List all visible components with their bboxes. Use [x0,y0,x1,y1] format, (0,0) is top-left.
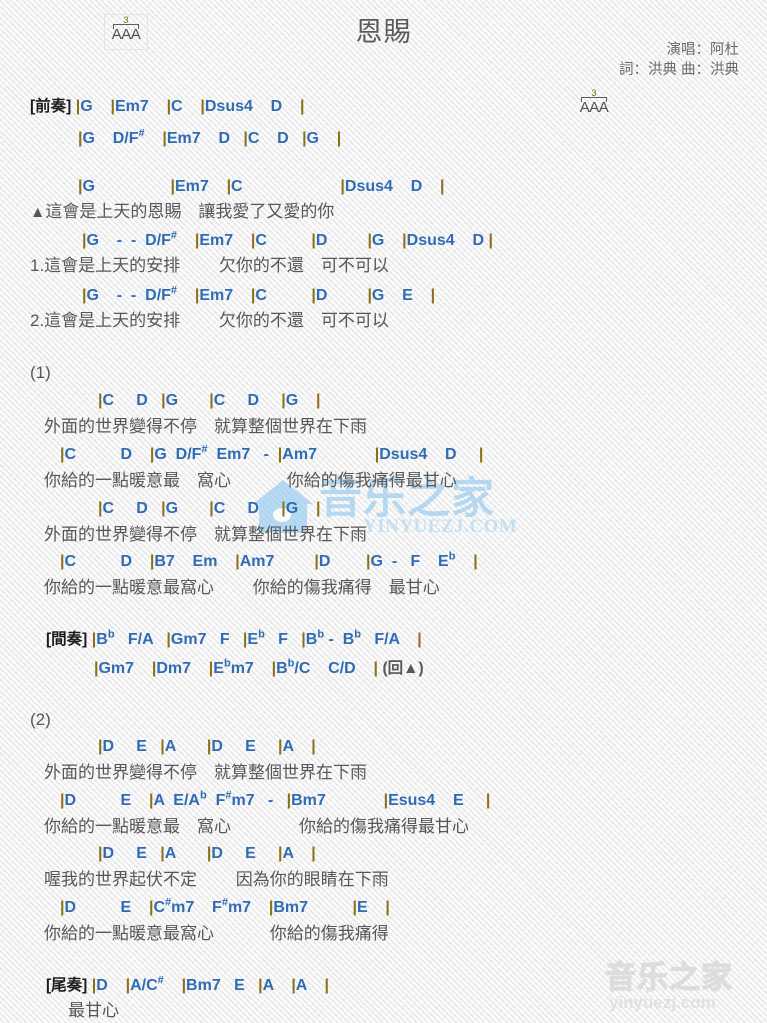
triplet-letters: AAA [111,26,141,43]
chord-sheet: 恩賜 演唱：阿杜 詞：洪典 曲：洪典 3 AAA 3 AAA [前奏] |G |Em7… [0,0,767,1023]
lyric-line-16: 你給的一點暖意最窩心 你給的傷我痛得 最甘心 [44,578,440,597]
chord-line-4: |G - - D/F# |Em7 |C |D |G |Dsus4 D | [82,229,493,249]
chord-line-13: |C D |G |C D |G | [98,500,321,517]
triplet-letters: AAA [579,99,609,116]
chord-line-11: |C D |G D/F# Em7 - |Am7 |Dsus4 D | [60,443,484,463]
lyric-line-12: 你給的一點暖意最 窩心 你給的傷我痛得最甘心 [44,471,457,490]
credits-block: 演唱：阿杜 詞：洪典 曲：洪典 [619,40,739,80]
lyric-line-29: 最甘心 [68,1001,119,1020]
chord-line-0: [前奏] |G |Em7 |C |Dsus4 D | [30,98,305,115]
lyric-line-19: (2) [30,710,51,729]
lyric-line-23: 你給的一點暖意最 窩心 你給的傷我痛得最甘心 [44,817,469,836]
chord-line-18: |Gm7 |Dm7 |Ebm7 |Bb/C C/D | (回▲) [94,657,424,677]
chord-line-15: |C D |B7 Em |Am7 |D |G - F Eb | [60,550,478,570]
chord-line-17: [間奏] |Bb F/A |Gm7 F |Eb F |Bb - Bb F/A | [46,628,422,648]
lyric-line-25: 喔我的世界起伏不定 因為你的眼睛在下雨 [44,870,389,889]
chord-line-28: [尾奏] |D |A/C# |Bm7 E |A |A | [46,974,330,994]
lyric-line-3: ▲這會是上天的恩賜 讓我愛了又愛的你 [30,202,335,221]
credit-writer-composer: 詞：洪典 曲：洪典 [618,62,739,78]
lyric-line-8: (1) [30,363,51,382]
chord-line-1: |G D/F# |Em7 D |C D |G | [78,127,342,147]
chord-line-20: |D E |A |D E |A | [98,738,316,755]
triplet-marker-1: 3 AAA [573,88,615,122]
chord-line-9: |C D |G |C D |G | [98,392,321,409]
lyric-line-21: 外面的世界變得不停 就算整個世界在下雨 [44,763,367,782]
lyric-line-27: 你給的一點暖意最窩心 你給的傷我痛得 [44,924,389,943]
lyric-line-7: 2.這會是上天的安排 欠你的不還 可不可以 [30,311,389,330]
lyric-line-14: 外面的世界變得不停 就算整個世界在下雨 [44,525,367,544]
chord-line-22: |D E |A E/Ab F#m7 - |Bm7 |Esus4 E | [60,789,491,809]
chord-line-24: |D E |A |D E |A | [98,845,316,862]
lyric-line-5: 1.這會是上天的安排 欠你的不還 可不可以 [30,256,389,275]
triplet-marker-0: 3 AAA [104,14,148,50]
lyric-line-10: 外面的世界變得不停 就算整個世界在下雨 [44,417,367,436]
credit-performer: 演唱：阿杜 [666,42,740,58]
chord-line-26: |D E |C#m7 F#m7 |Bm7 |E | [60,896,390,916]
chord-line-2: |G |Em7 |C |Dsus4 D | [78,178,445,195]
chord-line-6: |G - - D/F# |Em7 |C |D |G E | [82,284,436,304]
